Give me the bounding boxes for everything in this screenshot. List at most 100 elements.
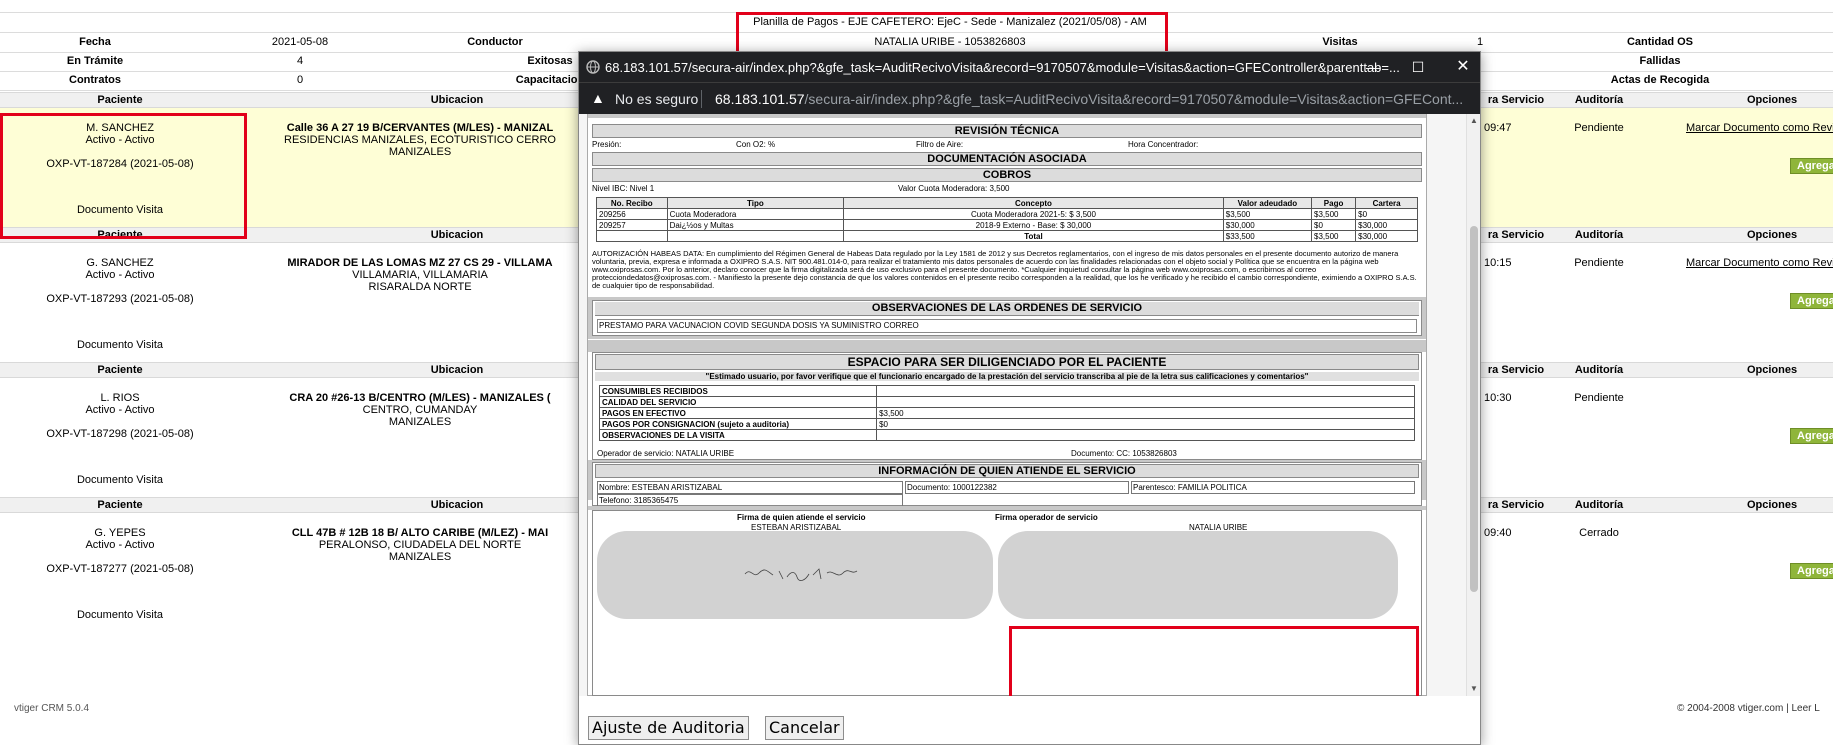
documento-visita-link[interactable]: Documento Visita xyxy=(0,204,240,216)
ubicacion-line1: Calle 36 A 27 19 B/CERVANTES (M/LES) - M… xyxy=(240,122,600,134)
url-host: 68.183.101.57 xyxy=(715,91,805,107)
column-header-opciones: Opciones xyxy=(1746,499,1798,511)
documento-visita-link[interactable]: Documento Visita xyxy=(0,474,240,486)
patient-name: L. RIOS xyxy=(100,392,140,404)
mark-reviewed-link[interactable]: Marcar Documento como Revi xyxy=(1686,122,1833,134)
fecha-label: Fecha xyxy=(79,36,111,48)
cobros-header: Pago xyxy=(1311,197,1357,209)
globe-icon xyxy=(586,60,600,74)
agregar-button[interactable]: Agrega xyxy=(1790,158,1833,174)
firma2-label: Firma operador de servicio xyxy=(995,513,1098,522)
address-line: Calle 36 A 27 19 B/CERVANTES (M/LES) - M… xyxy=(286,122,554,134)
firma2-signature-box xyxy=(998,531,1398,619)
not-secure-label: No es seguro xyxy=(615,91,699,107)
documento-visita-link[interactable]: Documento Visita xyxy=(0,339,240,351)
operador-label: Operador de servicio: NATALIA URIBE xyxy=(597,449,735,458)
address-line: MIRADOR DE LAS LOMAS MZ 27 CS 29 - VILLA… xyxy=(287,257,553,269)
popup-window-title: 68.183.101.57/secura-air/index.php?&gfe_… xyxy=(605,60,1400,75)
column-header-ubicacion: Ubicacion xyxy=(430,94,484,106)
audit-status: Cerrado xyxy=(1579,527,1619,539)
operator-line: NATALIA URIBE - 1053826803 xyxy=(874,36,1026,48)
address-line: CRA 20 #26-13 B/CENTRO (M/LES) - MANIZAL… xyxy=(289,392,551,404)
scroll-thumb[interactable] xyxy=(1470,226,1478,592)
column-header-ubicacion: Ubicacion xyxy=(430,229,484,241)
tramite-label: En Trámite xyxy=(66,55,124,67)
habeas-data-text: AUTORIZACIÓN HABEAS DATA: En cumplimient… xyxy=(592,249,1417,290)
cobros-table: No. Recibo Tipo Concepto Valor adeudado Pago… xyxy=(596,197,1418,242)
cobros-header: Concepto xyxy=(843,197,1224,209)
patient-status: Activo - Activo xyxy=(85,539,155,551)
filtro-label: Filtro de Aire: xyxy=(916,140,964,149)
ubicacion-line3: MANIZALES xyxy=(388,551,452,563)
ubicacion-line3: MANIZALES xyxy=(388,416,452,428)
nivel-ibc: Nivel IBC: Nivel 1 xyxy=(592,184,655,193)
info-documento: Documento: 1000122382 xyxy=(905,481,1129,494)
espacio-label: PAGOS EN EFECTIVO xyxy=(598,407,878,419)
url-text[interactable]: 68.183.101.57/secura-air/index.php?&gfe_… xyxy=(715,91,1463,107)
divider xyxy=(701,90,702,108)
info-nombre: Nombre: ESTEBAN ARISTIZABAL xyxy=(597,481,903,494)
agregar-button[interactable]: Agrega xyxy=(1790,563,1833,579)
cobros-total: $30,000 xyxy=(1355,230,1418,242)
obs-title: OBSERVACIONES DE LAS ORDENES DE SERVICIO xyxy=(595,302,1419,316)
ubicacion-line1: MIRADOR DE LAS LOMAS MZ 27 CS 29 - VILLA… xyxy=(240,257,600,269)
info-parentesco: Parentesco: FAMILIA POLITICA xyxy=(1131,481,1415,494)
cancelar-button[interactable]: Cancelar xyxy=(765,716,844,740)
espacio-label: OBSERVACIONES DE LA VISITA xyxy=(598,429,878,441)
url-path: /secura-air/index.php?&gfe_task=AuditRec… xyxy=(804,91,1464,107)
documento-label: Documento: CC: 1053826803 xyxy=(1071,449,1177,458)
cobros-cell: 209257 xyxy=(596,219,668,231)
address-bar[interactable]: ▲ No es seguro 68.183.101.57/secura-air/… xyxy=(579,82,1480,114)
cobros-total: $33,500 xyxy=(1222,230,1313,242)
espacio-value xyxy=(876,429,1415,441)
popup-content: REVISIÓN TÉCNICA Presión: Con O2: % Filt… xyxy=(579,114,1466,696)
audit-popup-window: 68.183.101.57/secura-air/index.php?&gfe_… xyxy=(578,51,1481,745)
popup-scrollbar[interactable]: ▲ ▼ xyxy=(1466,114,1480,696)
maximize-icon[interactable]: ☐ xyxy=(1403,57,1433,77)
cobros-cell: Cuota Moderadora 2021-5: $ 3,500 xyxy=(843,208,1224,220)
ubicacion-line2: RESIDENCIAS MANIZALES, ECOTURISTICO CERR… xyxy=(284,134,556,146)
ubicacion-line1: CRA 20 #26-13 B/CENTRO (M/LES) - MANIZAL… xyxy=(240,392,600,404)
cobros-header: Valor adeudado xyxy=(1222,197,1313,209)
actas-label: Actas de Recogida xyxy=(1610,74,1710,86)
patient-status: Activo - Activo xyxy=(85,269,155,281)
firma1-label: Firma de quien atiende el servicio xyxy=(737,513,866,522)
espacio-table: CONSUMIBLES RECIBIDOS CALIDAD DEL SERVICI… xyxy=(598,385,1415,441)
minimize-icon[interactable]: — xyxy=(1358,57,1388,77)
column-header-paciente: Paciente xyxy=(97,229,143,241)
service-time: 09:47 xyxy=(1484,122,1512,134)
cobros-cell: $0 xyxy=(1355,208,1418,220)
divider xyxy=(0,12,1833,13)
column-header-ubicacion: Ubicacion xyxy=(430,499,484,511)
tramite-value: 4 xyxy=(296,55,304,67)
doc-asociada-title: DOCUMENTACIÓN ASOCIADA xyxy=(592,152,1422,166)
ubicacion-line3: RISARALDA NORTE xyxy=(368,281,472,293)
agregar-button[interactable]: Agrega xyxy=(1790,293,1833,309)
cobros-cell: Dai¿½os y Multas xyxy=(666,219,845,231)
patient-name: G. SANCHEZ xyxy=(86,257,154,269)
close-icon[interactable]: ✕ xyxy=(1448,57,1478,77)
contratos-label: Contratos xyxy=(69,74,121,86)
address-line: CLL 47B # 12B 18 B/ ALTO CARIBE (M/LEZ) … xyxy=(291,527,549,539)
visitas-label: Visitas xyxy=(1322,36,1358,48)
patient-status: Activo - Activo xyxy=(85,134,155,146)
mark-reviewed-link[interactable]: Marcar Documento como Revi xyxy=(1686,257,1833,269)
patient-name: M. SANCHEZ xyxy=(86,122,154,134)
column-header-auditoria: Auditoría xyxy=(1574,364,1624,376)
documento-visita-link[interactable]: Documento Visita xyxy=(0,609,240,621)
column-header-auditoria: Auditoría xyxy=(1574,229,1624,241)
visit-code: OXP-VT-187284 (2021-05-08) xyxy=(46,158,194,170)
valor-cuota: Valor Cuota Moderadora: 3,500 xyxy=(898,184,1010,193)
scroll-down-icon[interactable]: ▼ xyxy=(1470,684,1478,693)
popup-titlebar[interactable]: 68.183.101.57/secura-air/index.php?&gfe_… xyxy=(579,52,1480,82)
service-time: 10:15 xyxy=(1484,257,1512,269)
espacio-value: $0 xyxy=(876,418,1415,430)
column-header-opciones: Opciones xyxy=(1746,94,1798,106)
agregar-button[interactable]: Agrega xyxy=(1790,428,1833,444)
ajuste-auditoria-button[interactable]: Ajuste de Auditoria xyxy=(588,716,749,740)
column-header-paciente: Paciente xyxy=(97,364,143,376)
audit-status: Pendiente xyxy=(1574,257,1624,269)
cobros-header: Tipo xyxy=(666,197,845,209)
scroll-up-icon[interactable]: ▲ xyxy=(1470,116,1478,125)
cobros-cell: $3,500 xyxy=(1222,208,1313,220)
